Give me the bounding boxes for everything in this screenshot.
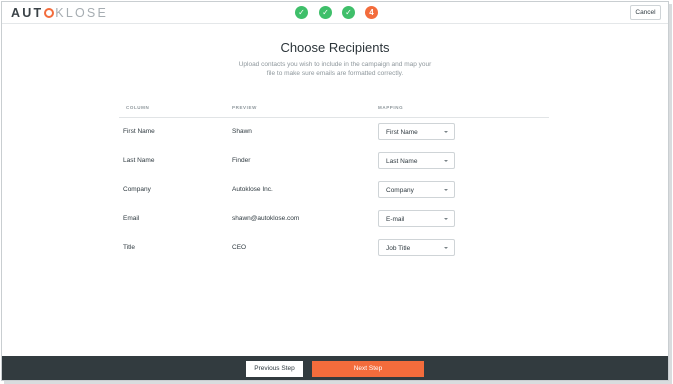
chevron-down-icon <box>444 189 448 191</box>
row-preview-value: Autoklose Inc. <box>232 186 273 193</box>
logo-text-suffix: KLOSE <box>55 6 108 20</box>
logo-o-icon <box>44 8 55 18</box>
mapping-select[interactable]: Company <box>378 181 455 198</box>
mapping-select-value: Job Title <box>386 245 411 252</box>
mapping-select-value: First Name <box>386 129 418 136</box>
top-bar: AUT KLOSE ✓ ✓ ✓ 4 Cancel <box>2 2 668 24</box>
table-row: Title CEO Job Title <box>2 239 668 257</box>
row-column-name: Company <box>123 186 151 193</box>
mapping-select[interactable]: Job Title <box>378 239 455 256</box>
page-subtitle: Upload contacts you wish to include in t… <box>238 61 432 77</box>
next-step-button[interactable]: Next Step <box>312 361 424 377</box>
mapping-select[interactable]: E-mail <box>378 210 455 227</box>
table-row: Company Autoklose Inc. Company <box>2 181 668 199</box>
page-title: Choose Recipients <box>280 40 390 55</box>
mapping-select[interactable]: First Name <box>378 123 455 140</box>
row-column-name: Title <box>123 244 136 251</box>
row-column-name: Last Name <box>123 157 155 164</box>
column-header-preview: PREVIEW <box>232 105 257 110</box>
footer-bar: Previous Step Next Step <box>2 356 668 380</box>
mapping-select[interactable]: Last Name <box>378 152 455 169</box>
row-column-name: Email <box>123 215 140 222</box>
chevron-down-icon <box>444 160 448 162</box>
table-row: Last Name Finder Last Name <box>2 152 668 170</box>
autoklose-logo[interactable]: AUT KLOSE <box>11 6 108 20</box>
logo-text-prefix: AUT <box>11 6 44 20</box>
table-row: First Name Shawn First Name <box>2 123 668 141</box>
step-4-current: 4 <box>365 6 378 19</box>
app-window: AUT KLOSE ✓ ✓ ✓ 4 Cancel Choose Recipient… <box>1 1 669 381</box>
chevron-down-icon <box>444 131 448 133</box>
column-header-column: COLUMN <box>126 105 150 110</box>
previous-step-button[interactable]: Previous Step <box>246 361 303 377</box>
step-1-check-icon[interactable]: ✓ <box>295 6 308 19</box>
table-row: Email shawn@autoklose.com E-mail <box>2 210 668 228</box>
header-divider <box>119 117 549 118</box>
chevron-down-icon <box>444 218 448 220</box>
step-2-check-icon[interactable]: ✓ <box>319 6 332 19</box>
step-3-check-icon[interactable]: ✓ <box>342 6 355 19</box>
frame-shadow <box>669 4 672 383</box>
row-preview-value: Shawn <box>232 128 252 135</box>
chevron-down-icon <box>444 247 448 249</box>
row-preview-value: shawn@autoklose.com <box>232 215 300 222</box>
mapping-select-value: Company <box>386 187 414 194</box>
row-column-name: First Name <box>123 128 155 135</box>
mapping-select-value: Last Name <box>386 158 418 165</box>
row-preview-value: CEO <box>232 244 247 251</box>
column-header-mapping: MAPPING <box>378 105 404 110</box>
cancel-button[interactable]: Cancel <box>630 5 661 20</box>
mapping-select-value: E-mail <box>386 216 405 223</box>
row-preview-value: Finder <box>232 157 251 164</box>
